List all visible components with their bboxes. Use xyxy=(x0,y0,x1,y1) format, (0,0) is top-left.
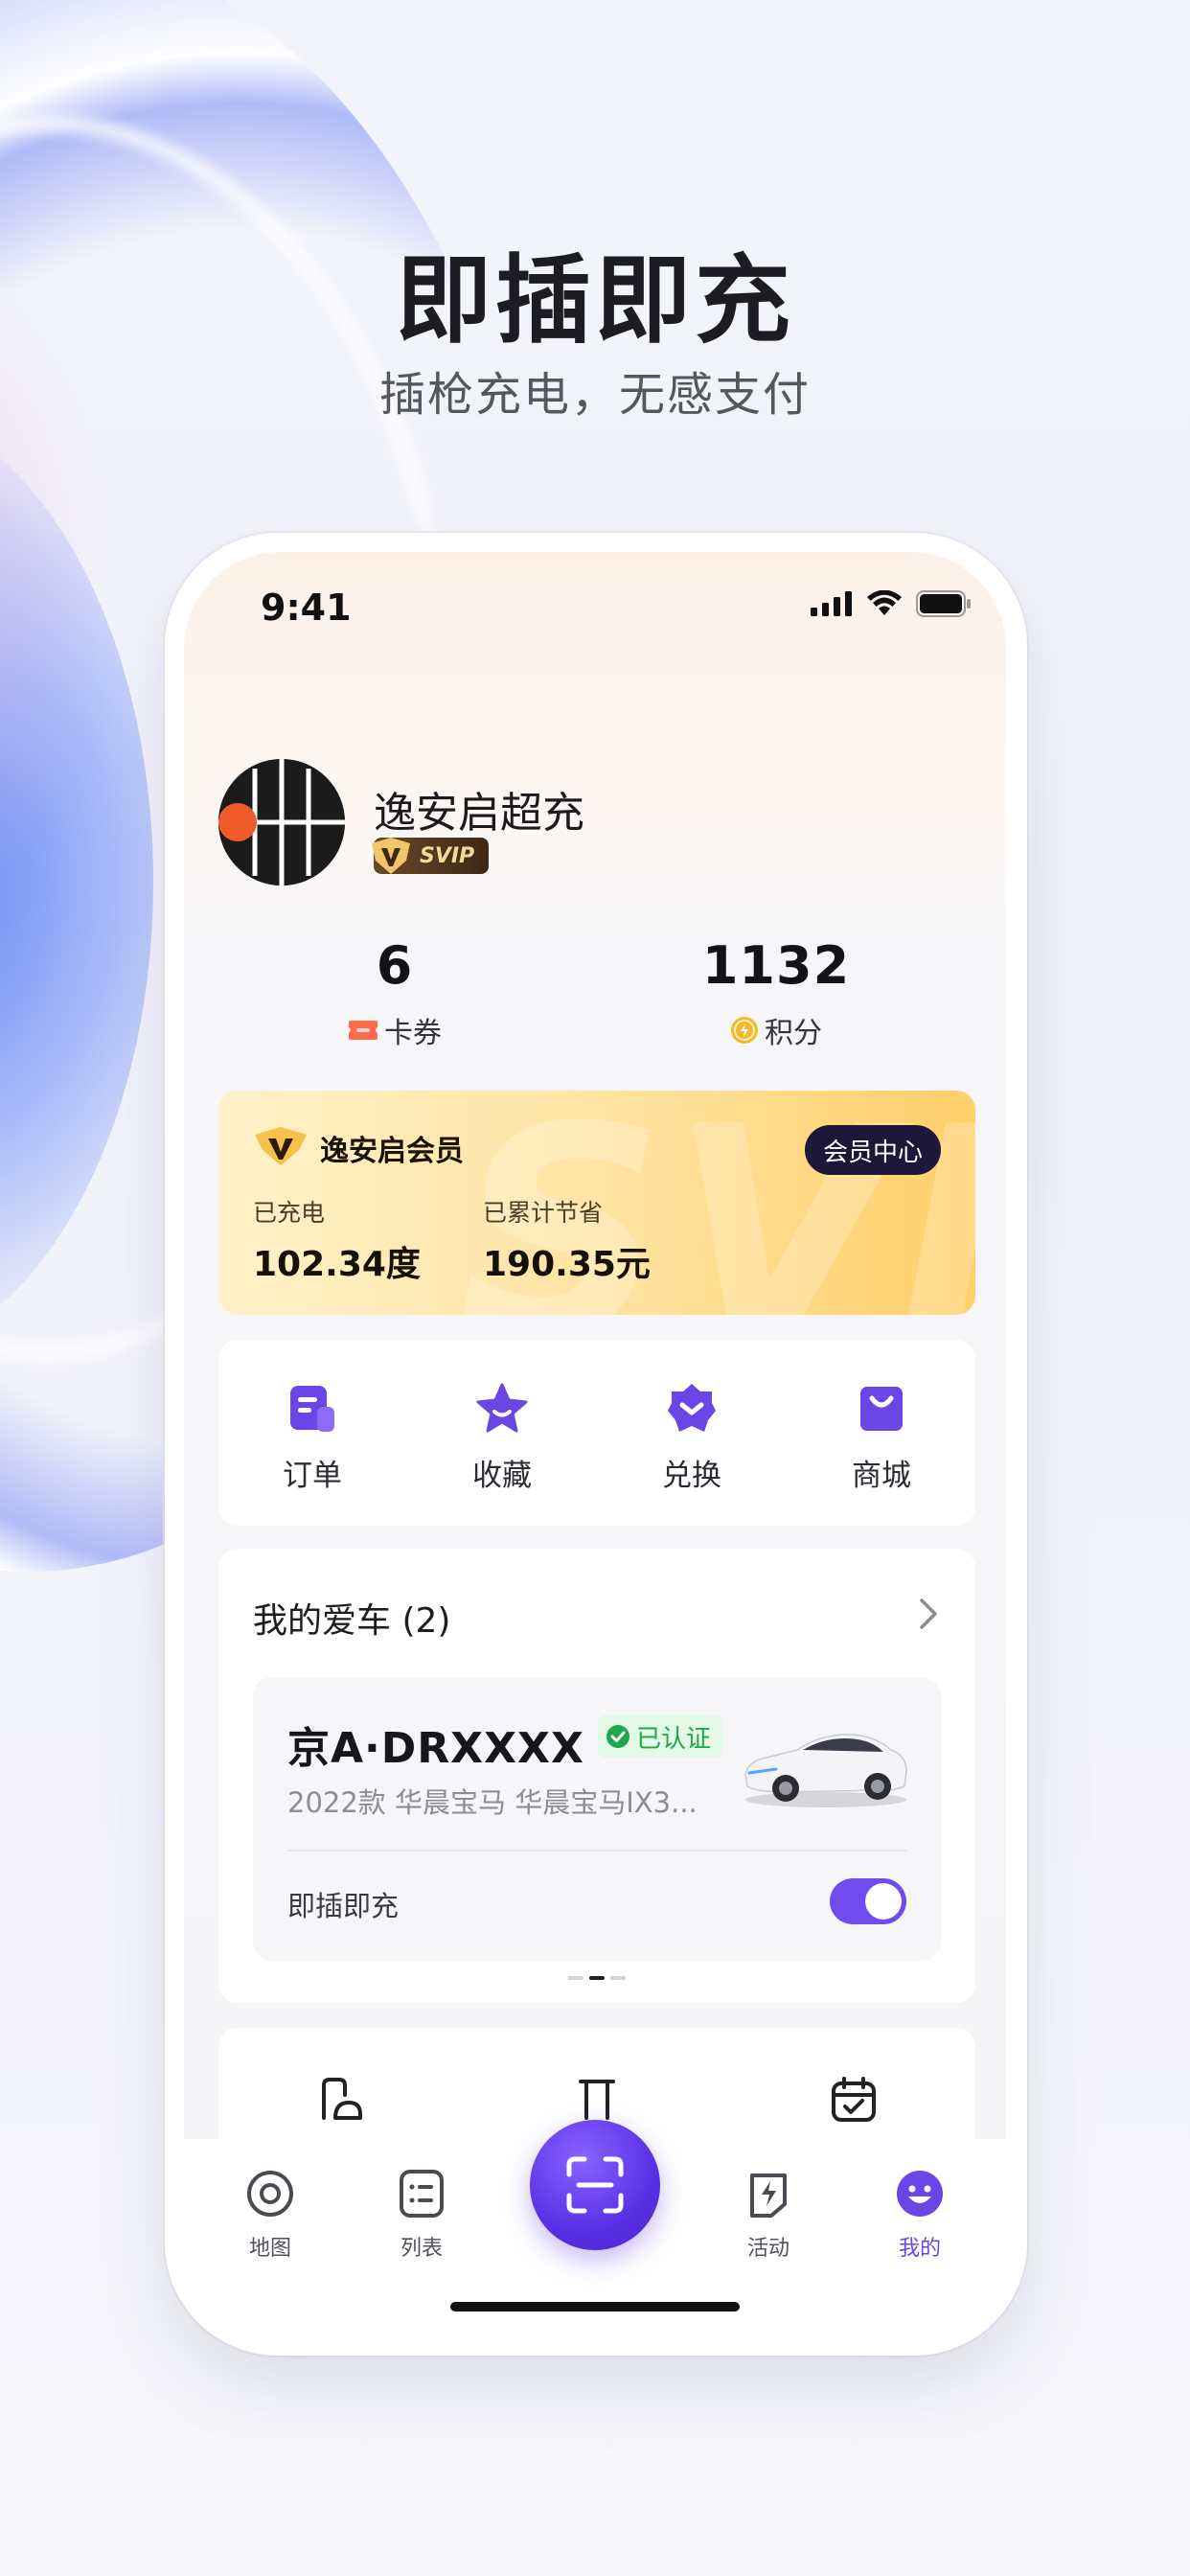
quick-action-order-label: 订单 xyxy=(283,1459,342,1493)
svip-badge-label: SVIP xyxy=(420,843,475,868)
car-model: 2022款 华晨宝马 华晨宝马IX3... xyxy=(287,1786,698,1819)
stat-points-label: 积分 xyxy=(765,1017,822,1050)
tab-map[interactable]: 地图 xyxy=(213,2168,328,2262)
quick-action-shop-label: 商城 xyxy=(852,1459,911,1493)
activity-bolt-icon xyxy=(750,2174,787,2218)
stat-points[interactable]: 1132 积分 xyxy=(632,935,920,1051)
toggle-knob xyxy=(865,1883,902,1920)
profile-smile-icon xyxy=(897,2171,943,2217)
promo-subline: 插枪充电，无感支付 xyxy=(378,368,811,422)
order-icon xyxy=(290,1386,334,1432)
car-item[interactable]: 京A·DRXXXX 已认证 2022款 华晨宝马 华晨宝马IX3... 即插即充 xyxy=(253,1677,941,1961)
vip-charged-value: 102.34度 xyxy=(253,1245,421,1284)
vip-diamond-icon xyxy=(255,1127,307,1165)
map-pin-icon xyxy=(247,2171,293,2217)
stat-coupons-value: 6 xyxy=(376,935,414,996)
tab-mine[interactable]: 我的 xyxy=(862,2168,977,2262)
home-indicator xyxy=(450,2302,740,2312)
signal-icon xyxy=(811,591,852,616)
pager-dot xyxy=(568,1976,584,1980)
promo-headline: 即插即充 xyxy=(396,244,794,356)
status-bar: 9:41 xyxy=(184,552,1006,657)
svip-badge: SVIP xyxy=(372,838,489,874)
vip-charged-label: 已充电 xyxy=(253,1199,326,1227)
car-plate: 京A·DRXXXX xyxy=(287,1724,584,1773)
tab-list[interactable]: 列表 xyxy=(364,2168,479,2262)
car-pager xyxy=(218,1976,975,1980)
member-center-button[interactable]: 会员中心 xyxy=(805,1125,941,1175)
user-name: 逸安启超充 xyxy=(374,789,584,838)
stat-coupons[interactable]: 6 卡券 xyxy=(251,935,538,1051)
vip-saved-value: 190.35元 xyxy=(483,1245,651,1284)
quick-action-favorite[interactable]: 收藏 xyxy=(445,1380,560,1494)
quick-action-order[interactable]: 订单 xyxy=(255,1380,370,1494)
stat-points-value: 1132 xyxy=(701,935,851,996)
vip-charged: 已充电 102.34度 xyxy=(253,1194,421,1286)
tab-mine-label: 我的 xyxy=(898,2237,941,2261)
verified-badge: 已认证 xyxy=(598,1715,723,1758)
car-divider xyxy=(287,1850,906,1852)
shop-icon xyxy=(860,1387,903,1431)
scan-icon xyxy=(566,2156,624,2214)
verified-label: 已认证 xyxy=(636,1724,712,1754)
chevron-right-icon[interactable] xyxy=(916,1597,941,1631)
vip-v-icon xyxy=(372,838,410,874)
tab-map-label: 地图 xyxy=(248,2237,291,2261)
vip-saved-label: 已累计节省 xyxy=(483,1199,604,1227)
avatar[interactable] xyxy=(218,759,345,886)
quick-action-exchange-label: 兑换 xyxy=(662,1459,721,1493)
points-coin-icon xyxy=(731,1017,758,1044)
quick-action-favorite-label: 收藏 xyxy=(472,1459,532,1493)
service-icon-1[interactable] xyxy=(316,2076,364,2124)
wifi-icon xyxy=(867,590,902,615)
vip-card[interactable]: SVIP 逸安启会员 会员中心 已充电 102.34度 已累计节省 190.35… xyxy=(218,1091,975,1315)
plug-charge-label: 即插即充 xyxy=(287,1890,400,1922)
check-circle-icon xyxy=(606,1725,629,1748)
tab-activity[interactable]: 活动 xyxy=(711,2168,826,2262)
pager-dot-active xyxy=(589,1976,605,1980)
status-icons xyxy=(811,590,972,617)
pager-dot xyxy=(610,1976,626,1980)
scan-button[interactable] xyxy=(530,2120,660,2250)
quick-action-shop[interactable]: 商城 xyxy=(824,1380,939,1494)
favorite-icon xyxy=(476,1383,528,1433)
stat-coupons-label: 卡券 xyxy=(384,1017,442,1050)
tab-list-label: 列表 xyxy=(400,2237,443,2261)
stats-row: 6 卡券 1132 积分 xyxy=(184,935,1006,1060)
calendar-check-icon[interactable] xyxy=(830,2076,878,2124)
service-icon-2[interactable] xyxy=(573,2076,621,2124)
phone-screen: 9:41 逸安启超充 SVIP 6 卡券 1132 积分 SV 逸安启会员 会员… xyxy=(184,552,1006,2338)
vip-saved: 已累计节省 190.35元 xyxy=(483,1194,651,1286)
battery-icon xyxy=(916,590,971,617)
profile-header[interactable]: 逸安启超充 SVIP xyxy=(218,759,985,893)
vip-card-title: 逸安启会员 xyxy=(320,1135,464,1168)
coupon-icon xyxy=(349,1021,378,1040)
my-cars-card: 我的爱车 (2) 京A·DRXXXX 已认证 2022款 华晨宝马 华晨宝马IX… xyxy=(218,1549,975,2003)
my-cars-title: 我的爱车 (2) xyxy=(253,1601,451,1641)
tab-activity-label: 活动 xyxy=(746,2237,790,2261)
quick-action-exchange[interactable]: 兑换 xyxy=(634,1380,749,1494)
exchange-icon xyxy=(668,1384,716,1432)
plug-charge-toggle[interactable] xyxy=(830,1878,906,1924)
car-image xyxy=(744,1734,907,1807)
status-time: 9:41 xyxy=(261,586,352,629)
list-icon xyxy=(400,2170,444,2218)
quick-actions: 订单 收藏 兑换 商城 xyxy=(218,1340,975,1526)
